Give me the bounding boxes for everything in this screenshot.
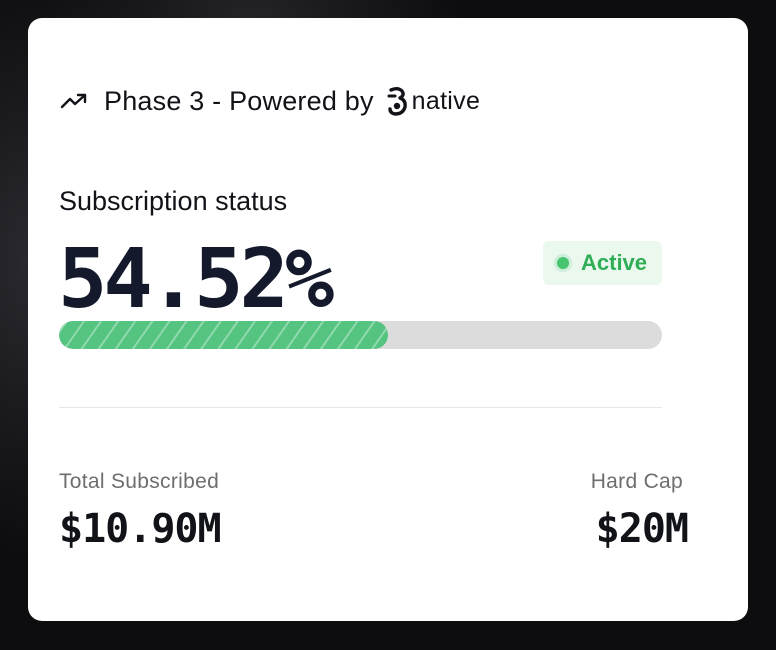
total-subscribed-value: $10.90M [59, 506, 222, 552]
trending-up-icon [60, 92, 88, 110]
hard-cap-value: $20M [595, 506, 689, 552]
subscription-progress-bar [59, 321, 662, 349]
native-brand-logo: native [386, 86, 481, 116]
subscription-progress-fill [59, 321, 388, 349]
status-badge-label: Active [581, 250, 648, 275]
subscription-percent: 54.52% [58, 232, 334, 327]
total-subscribed-label: Total Subscribed [59, 470, 220, 493]
status-badge: Active [543, 241, 662, 285]
phase-title: Phase 3 - Powered by [104, 85, 374, 116]
native-logo-icon [386, 86, 410, 116]
status-dot-icon [557, 257, 569, 269]
subscription-status-label: Subscription status [59, 186, 288, 216]
hard-cap-label: Hard Cap [590, 470, 683, 493]
native-brand-name: native [411, 86, 481, 115]
card-header: Phase 3 - Powered by native [60, 82, 480, 120]
divider [59, 407, 662, 408]
